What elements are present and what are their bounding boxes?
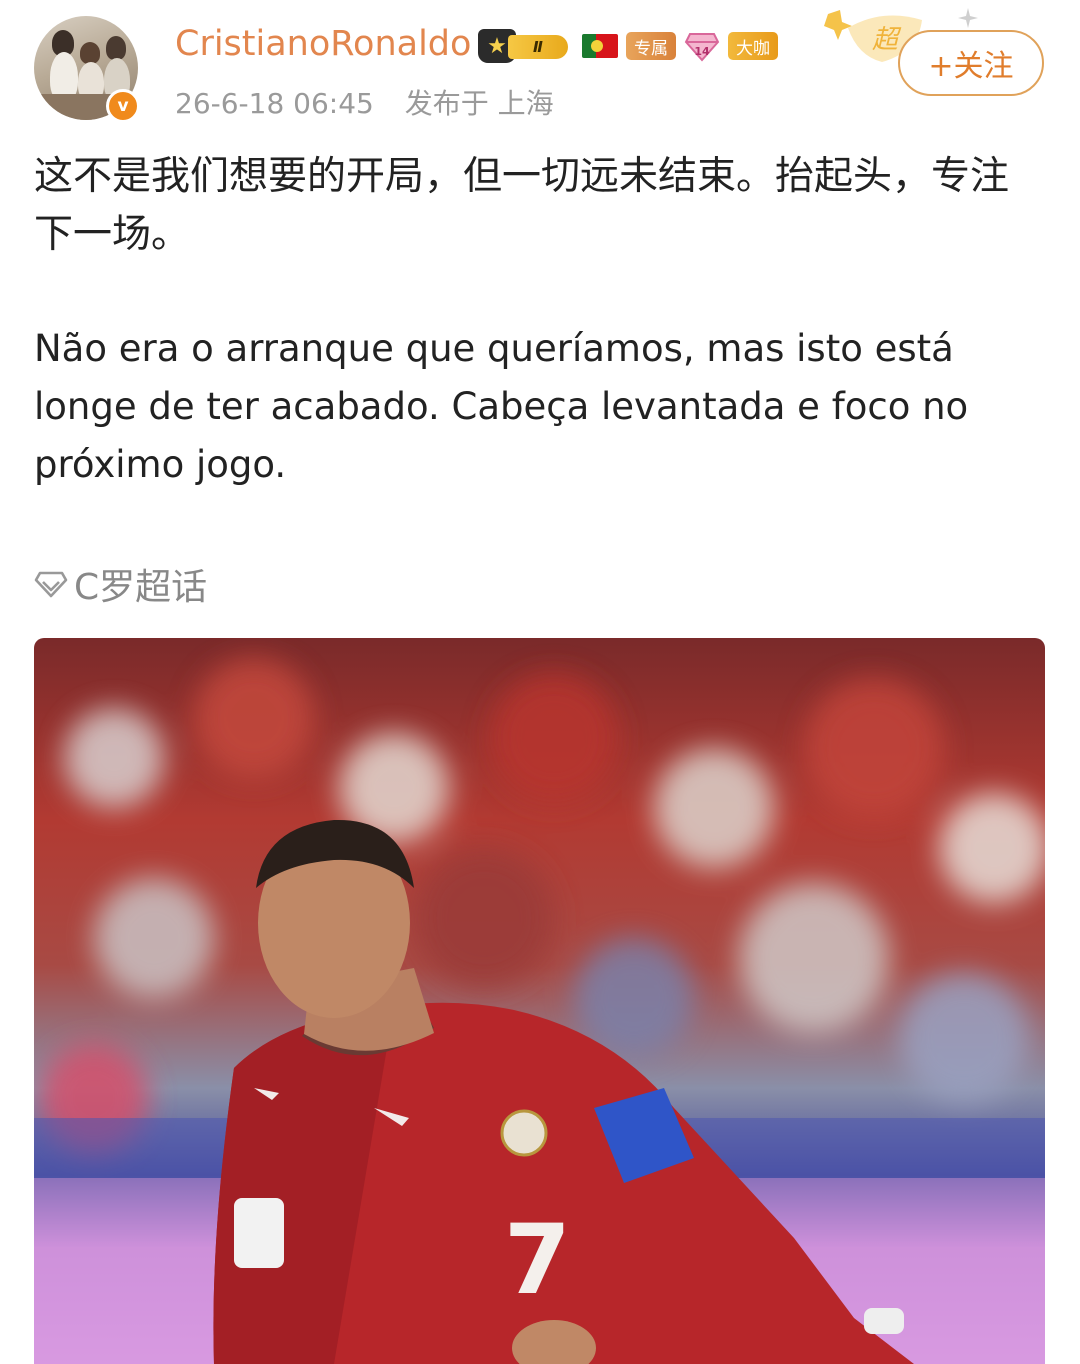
level-badge: Ⅱ — [508, 35, 568, 59]
post-text-chinese: 这不是我们想要的开局，但一切远未结束。抬起头，专注下一场。 — [34, 154, 1010, 257]
post-timestamp: 26-6-18 06:45 — [175, 87, 374, 120]
player-illustration: 7 — [34, 658, 1045, 1364]
exclusive-badge[interactable]: 专属 — [626, 32, 676, 60]
post-photo[interactable]: 7 — [34, 638, 1045, 1364]
super-label: 超 — [872, 25, 902, 55]
post-location: 发布于 上海 — [404, 87, 554, 120]
verified-icon: v — [106, 89, 140, 123]
topic-diamond-icon — [34, 571, 68, 598]
follow-button[interactable]: +关注 — [898, 30, 1044, 96]
post-meta: 26-6-18 06:45 发布于 上海 — [175, 82, 554, 122]
dk-badge[interactable]: 大咖 — [728, 32, 778, 60]
sparkle-icon — [958, 8, 978, 28]
gem-icon[interactable]: 14 — [684, 30, 720, 62]
fan-badge-number: 14 — [694, 45, 710, 58]
crown-icon[interactable]: ★ Ⅱ — [478, 29, 574, 63]
portugal-flag-icon[interactable] — [582, 34, 618, 58]
topic-label: C罗超话 — [74, 567, 208, 608]
user-badges: ★ Ⅱ 专属 14 大咖 — [478, 28, 778, 64]
username[interactable]: CristianoRonaldo — [175, 24, 471, 64]
post-text-portuguese: Não era o arranque que queríamos, mas is… — [34, 327, 969, 486]
topic-link[interactable]: C罗超话 — [34, 558, 207, 610]
jersey-number: 7 — [504, 1204, 571, 1316]
